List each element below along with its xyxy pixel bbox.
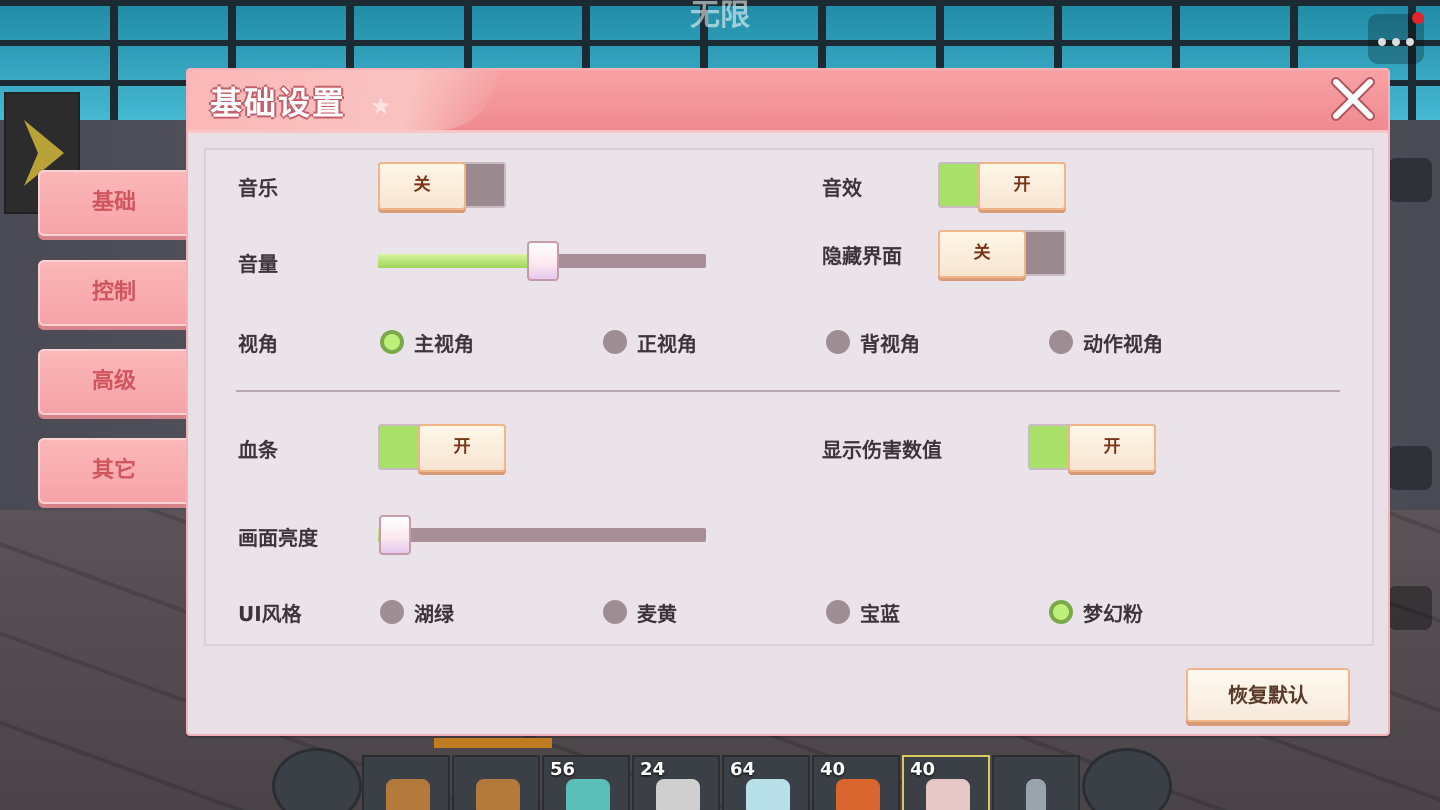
hotbar-slot[interactable]: 64 <box>722 755 810 810</box>
ui-style-radio[interactable] <box>380 600 404 624</box>
hide-ui-label: 隐藏界面 <box>822 244 902 268</box>
show-damage-toggle[interactable]: 开 <box>1028 424 1156 472</box>
toggle-knob: 关 <box>938 230 1026 278</box>
music-label: 音乐 <box>238 176 278 200</box>
ui-style-option-label[interactable]: 麦黄 <box>637 598 677 627</box>
brightness-slider[interactable] <box>378 515 706 555</box>
ui-style-radio[interactable] <box>1049 600 1073 624</box>
ui-style-label: UI风格 <box>238 602 302 626</box>
health-bar-toggle[interactable]: 开 <box>378 424 506 472</box>
hotbar-slot[interactable]: 56 <box>542 755 630 810</box>
settings-panel: 音乐 关 音效 开 音量 隐藏界面 关 视角 主视角 正视角 背视角 动作视角 <box>204 148 1374 646</box>
hotbar: 56 24 64 40 40 <box>362 755 1082 810</box>
dialog-title: 基础设置 <box>210 84 347 122</box>
star-icon: ★ <box>370 92 392 120</box>
hotbar-slot[interactable]: 24 <box>632 755 720 810</box>
hotbar-slot[interactable] <box>362 755 450 810</box>
close-x-icon <box>1331 77 1375 121</box>
toggle-knob: 开 <box>418 424 506 472</box>
tab-other[interactable]: 其它 <box>38 438 190 504</box>
brightness-label: 画面亮度 <box>238 526 318 550</box>
show-damage-label: 显示伤害数值 <box>822 438 942 462</box>
ui-style-radio[interactable] <box>826 600 850 624</box>
side-tool-button[interactable] <box>1388 158 1432 202</box>
volume-slider[interactable] <box>378 241 706 281</box>
experience-bar <box>434 738 552 748</box>
dialog-header: 基础设置 ★ <box>188 70 1388 133</box>
view-radio[interactable] <box>1049 330 1073 354</box>
torch-item-icon <box>386 779 430 810</box>
side-action-button[interactable] <box>1388 586 1432 630</box>
close-button[interactable] <box>1328 74 1378 124</box>
ui-style-option-label[interactable]: 湖绿 <box>414 598 454 627</box>
bottle-item-icon <box>656 779 700 810</box>
toggle-knob: 开 <box>1068 424 1156 472</box>
roast-item-icon <box>836 779 880 810</box>
dot-icon <box>1406 38 1414 46</box>
tab-basic[interactable]: 基础 <box>38 170 190 236</box>
food-bowl-item-icon <box>746 779 790 810</box>
hotbar-slot[interactable] <box>992 755 1080 810</box>
mount-icon-button[interactable] <box>1388 446 1432 490</box>
view-option-label[interactable]: 动作视角 <box>1083 328 1163 357</box>
music-toggle[interactable]: 关 <box>378 162 506 210</box>
toggle-knob: 开 <box>978 162 1066 210</box>
world-title: 无限 <box>690 0 750 33</box>
hotbar-slot-selected[interactable]: 40 <box>902 755 990 810</box>
tab-advanced[interactable]: 高级 <box>38 349 190 415</box>
settings-dialog: 基础设置 ★ 音乐 关 音效 开 音量 隐藏界面 关 视角 主视角 正视角 背视… <box>186 68 1390 736</box>
health-bar-label: 血条 <box>238 438 278 462</box>
hotbar-slot[interactable]: 40 <box>812 755 900 810</box>
menu-button[interactable] <box>1368 12 1424 64</box>
sound-effects-toggle[interactable]: 开 <box>938 162 1066 210</box>
view-radio[interactable] <box>380 330 404 354</box>
hide-ui-toggle[interactable]: 关 <box>938 230 1066 278</box>
view-option-label[interactable]: 正视角 <box>637 328 697 357</box>
slider-thumb[interactable] <box>527 241 559 281</box>
view-option-label[interactable]: 主视角 <box>414 328 474 357</box>
sound-effects-label: 音效 <box>822 176 862 200</box>
dish-item-icon <box>926 779 970 810</box>
key-item-icon <box>1026 779 1046 810</box>
ui-style-radio[interactable] <box>603 600 627 624</box>
dot-icon <box>1378 38 1386 46</box>
reset-defaults-button[interactable]: 恢复默认 <box>1186 668 1350 722</box>
slider-fill <box>378 254 542 268</box>
ui-style-option-label[interactable]: 宝蓝 <box>860 598 900 627</box>
dot-icon <box>1392 38 1400 46</box>
view-radio[interactable] <box>603 330 627 354</box>
volume-label: 音量 <box>238 252 278 276</box>
ui-style-option-label[interactable]: 梦幻粉 <box>1083 598 1143 627</box>
notification-dot-icon <box>1412 12 1424 24</box>
tab-controls[interactable]: 控制 <box>38 260 190 326</box>
slider-thumb[interactable] <box>379 515 411 555</box>
view-option-label[interactable]: 背视角 <box>860 328 920 357</box>
toggle-knob: 关 <box>378 162 466 210</box>
hotbar-slot[interactable] <box>452 755 540 810</box>
soup-bowl-item-icon <box>566 779 610 810</box>
torch-item-icon <box>476 779 520 810</box>
view-label: 视角 <box>238 332 278 356</box>
view-radio[interactable] <box>826 330 850 354</box>
section-divider <box>236 390 1340 392</box>
